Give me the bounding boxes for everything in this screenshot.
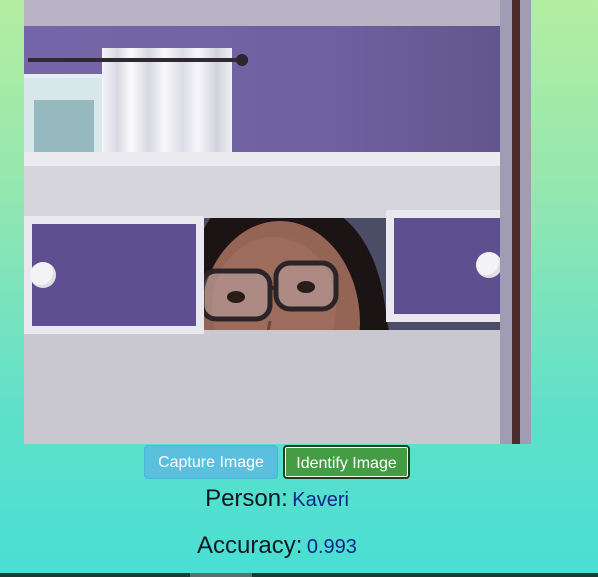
person-result: Person: Kaveri — [0, 485, 554, 513]
capture-image-button[interactable]: Capture Image — [144, 445, 278, 479]
photo-ceiling — [24, 0, 531, 28]
photo-curtain — [102, 48, 232, 156]
photo-right-knob — [476, 252, 502, 278]
photo-curtain-rod — [28, 58, 248, 62]
accuracy-label: Accuracy: — [197, 532, 303, 559]
person-value: Kaveri — [292, 489, 349, 511]
photo-lower-wall — [24, 330, 531, 444]
scrollbar-thumb[interactable] — [190, 573, 252, 577]
horizontal-scrollbar[interactable] — [0, 573, 598, 577]
photo-shelf-top — [24, 152, 531, 166]
person-label: Person: — [205, 485, 288, 512]
accuracy-value: 0.993 — [306, 536, 357, 558]
photo-window-pane — [34, 100, 94, 154]
photo-left-knob — [30, 262, 56, 288]
accuracy-result: Accuracy: 0.993 — [0, 532, 554, 560]
photo-curtain-rod-finial — [236, 54, 248, 66]
identify-image-button[interactable]: Identify Image — [283, 445, 410, 479]
webcam-image — [24, 0, 531, 444]
photo-door-edge — [512, 0, 520, 444]
